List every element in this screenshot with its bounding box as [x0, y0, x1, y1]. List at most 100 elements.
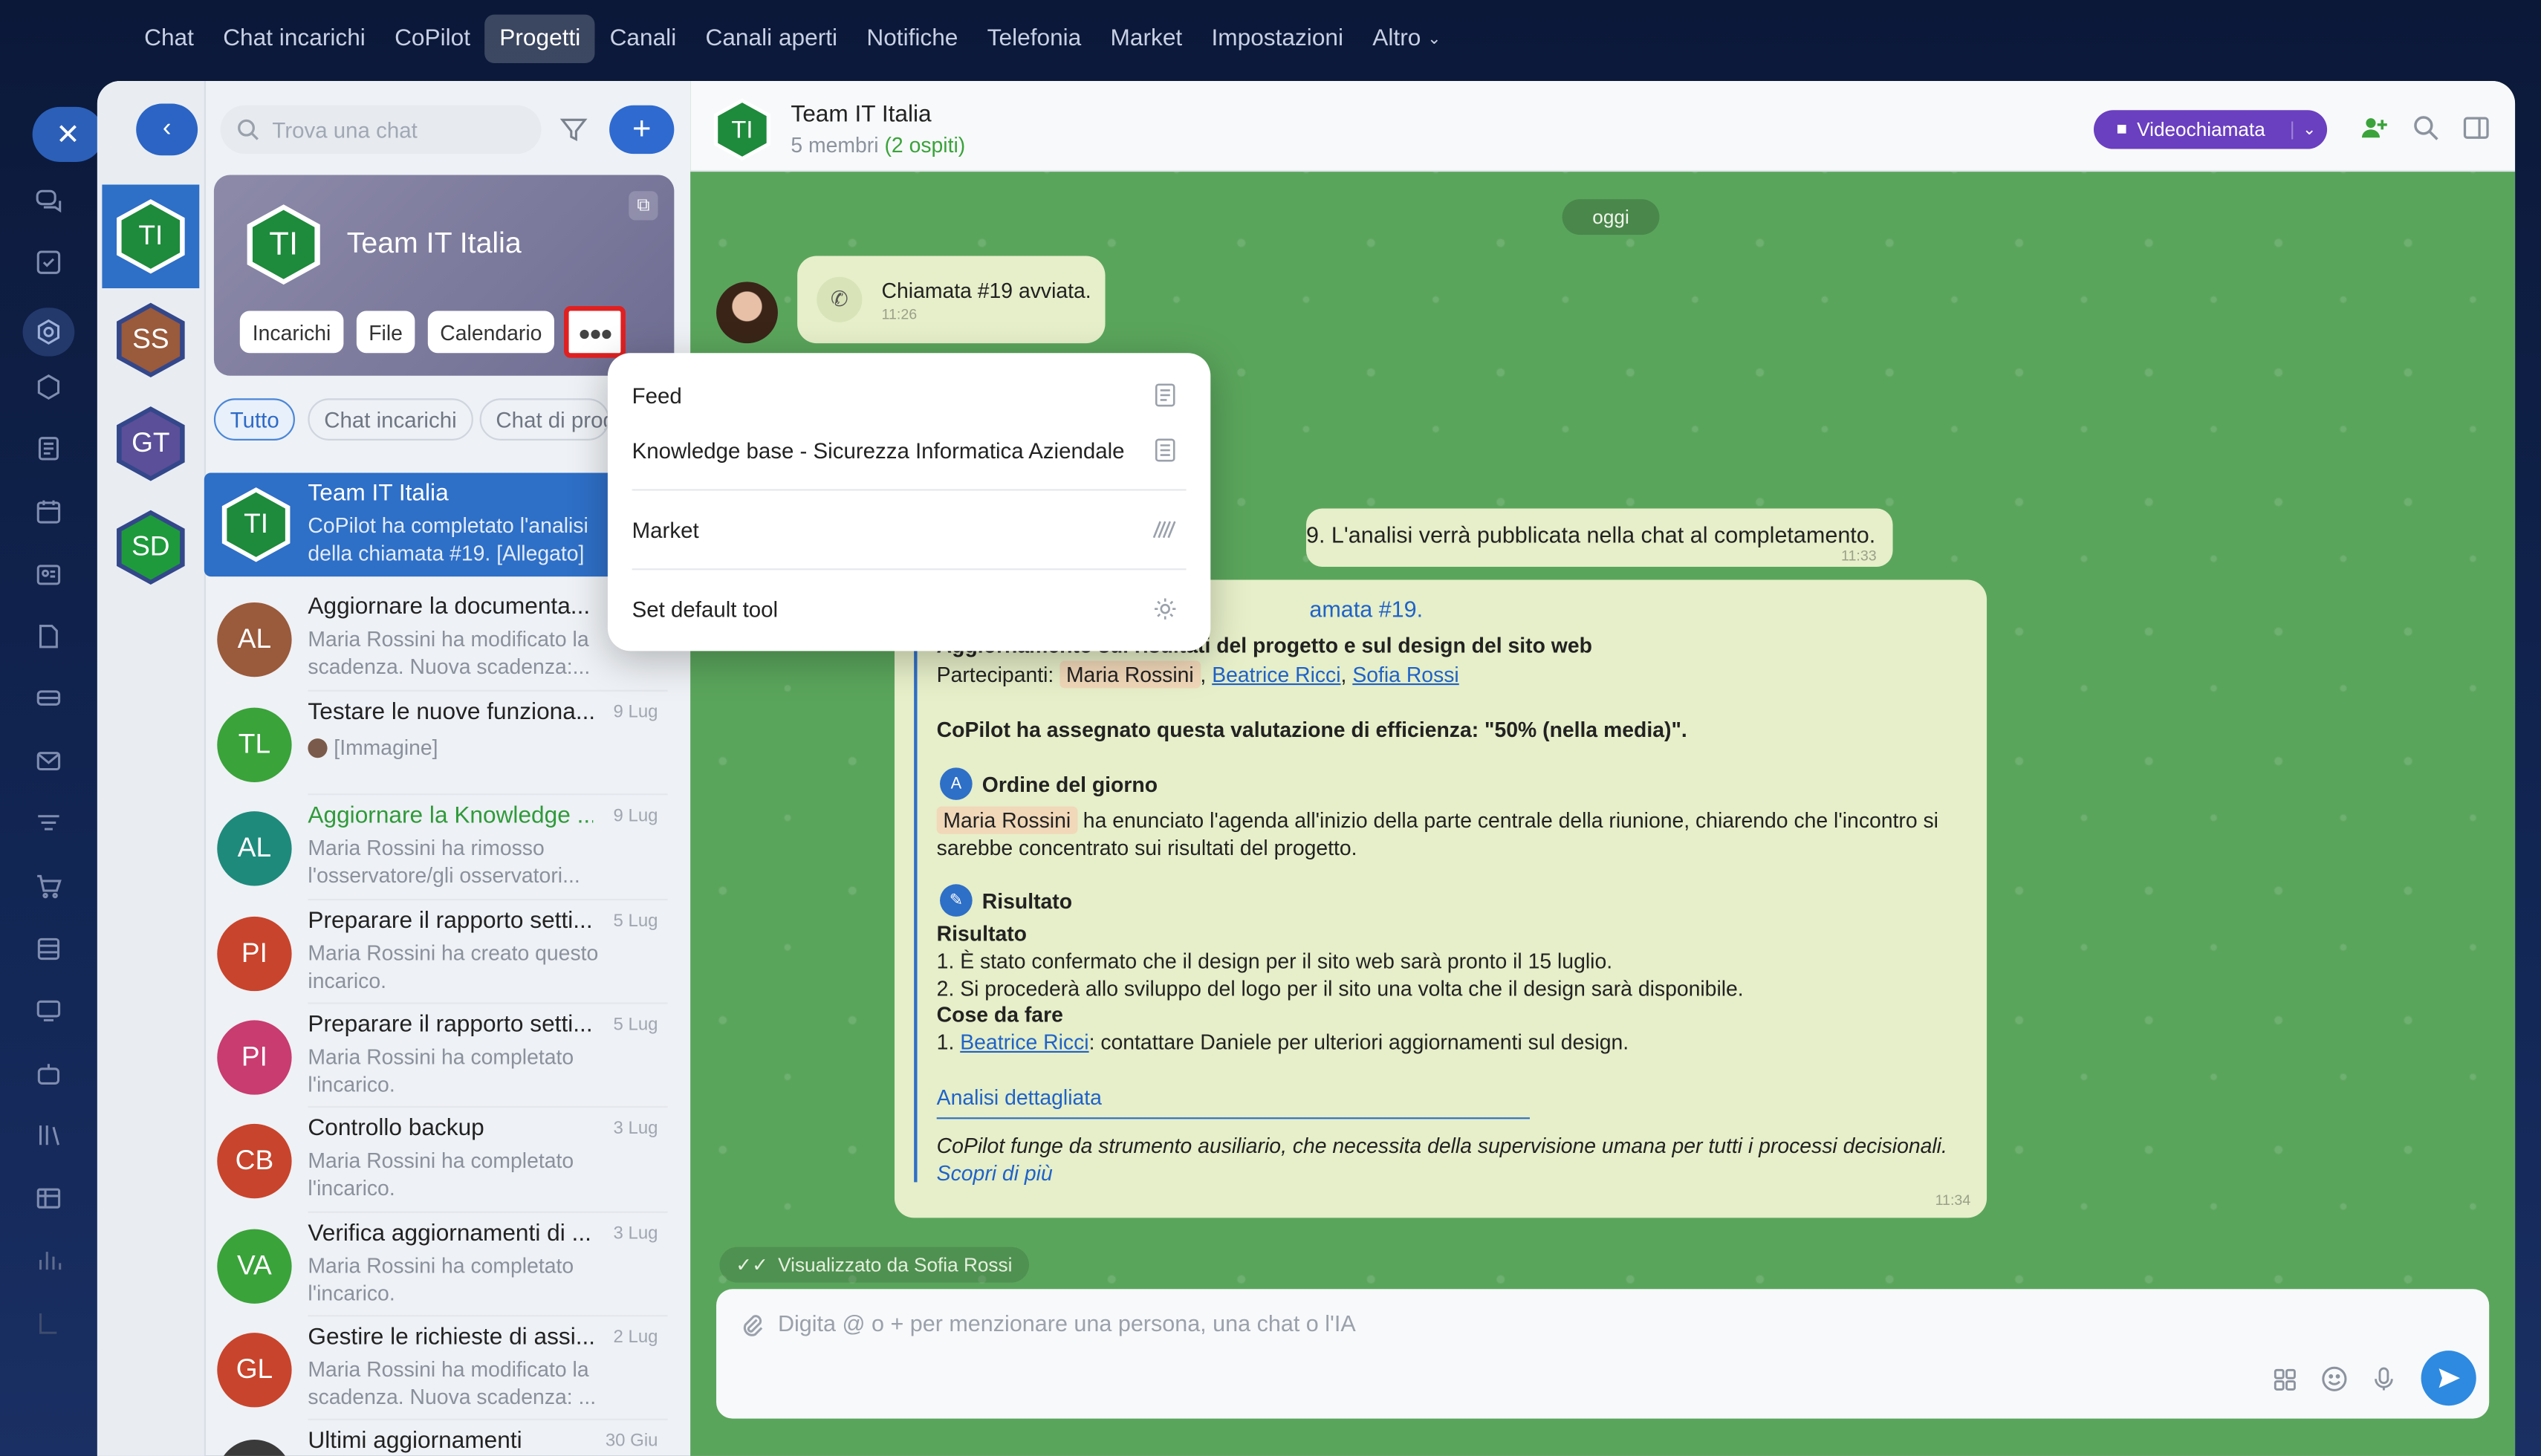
menu-item-feed[interactable]: Feed	[632, 384, 682, 409]
chat-item[interactable]: Ultimi aggiornamenti 30 Giu	[204, 1420, 668, 1456]
nav-copilot[interactable]: CoPilot	[380, 15, 484, 63]
monitor-icon[interactable]	[33, 996, 65, 1025]
analytics-icon[interactable]	[33, 1245, 65, 1274]
chat-preview: Maria Rossini ha completato l'incarico.	[308, 1043, 606, 1098]
chat-date: 3 Lug	[613, 1119, 658, 1139]
recent-avatar-sd[interactable]: SD	[111, 509, 189, 587]
menu-item-market[interactable]: Market	[632, 519, 699, 543]
send-button[interactable]	[2421, 1351, 2476, 1406]
chat-item[interactable]: PI Preparare il rapporto setti... 5 Lug …	[204, 1004, 668, 1108]
chip-chat-di-progetto[interactable]: Chat di prog	[479, 398, 610, 441]
sidebar-toggle-icon[interactable]	[2462, 114, 2490, 143]
back-button[interactable]: ‹	[136, 103, 198, 156]
cart-icon[interactable]	[33, 871, 65, 900]
efficiency-rating: CoPilot ha assegnato questa valutazione …	[936, 717, 1687, 742]
group-avatar[interactable]: TI	[240, 201, 328, 288]
more-options-button[interactable]: ●●●	[564, 306, 626, 358]
table-icon[interactable]	[33, 1184, 65, 1213]
chat-item[interactable]: VA Verifica aggiornamenti di ... 3 Lug M…	[204, 1213, 668, 1317]
close-button[interactable]: ✕	[32, 106, 104, 162]
chat-item[interactable]: CB Controllo backup 3 Lug Maria Rossini …	[204, 1108, 668, 1212]
file-button[interactable]: File	[356, 311, 415, 354]
menu-divider	[632, 489, 1187, 491]
chat-avatar-initials: TI	[244, 508, 269, 539]
result-subtitle: Risultato	[936, 921, 1028, 946]
incarichi-button[interactable]: Incarichi	[239, 311, 344, 354]
calendar-icon[interactable]	[33, 497, 65, 526]
drive-icon[interactable]	[33, 683, 65, 712]
message-input[interactable]: Digita @ o + per menzionare una persona,…	[716, 1289, 2490, 1419]
chat-title: Team IT Italia	[308, 481, 449, 507]
participant-link[interactable]: Beatrice Ricci	[1212, 663, 1340, 687]
robot-icon[interactable]	[33, 1059, 65, 1088]
double-check-icon: ✓✓	[736, 1253, 769, 1276]
menu-item-set-default-tool[interactable]: Set default tool	[632, 597, 778, 622]
copilot-icon[interactable]	[33, 372, 65, 401]
chat-bubbles-icon[interactable]	[33, 186, 65, 215]
search-input[interactable]: Trova una chat	[220, 105, 542, 155]
participant-tag[interactable]: Maria Rossini	[936, 806, 1077, 834]
guests-count: (2 ospiti)	[884, 132, 966, 157]
nav-canali-aperti[interactable]: Canali aperti	[691, 15, 852, 63]
chat-avatar: VA	[217, 1229, 292, 1304]
todo-assignee-link[interactable]: Beatrice Ricci	[960, 1030, 1088, 1054]
sender-avatar[interactable]	[716, 282, 778, 344]
projects-icon[interactable]	[22, 308, 75, 357]
chat-item[interactable]: GL Gestire le richieste di assi... 2 Lug…	[204, 1316, 668, 1420]
task-check-icon[interactable]	[33, 248, 65, 277]
emoji-icon[interactable]	[2320, 1365, 2348, 1393]
document-icon[interactable]	[33, 434, 65, 463]
nav-market[interactable]: Market	[1096, 15, 1197, 63]
chat-item[interactable]: AL Aggiornare la documenta... Maria Ross…	[204, 586, 668, 690]
chat-item[interactable]: TL Testare le nuove funziona... 9 Lug [I…	[204, 692, 668, 796]
menu-item-knowledge-base[interactable]: Knowledge base - Sicurezza Informatica A…	[632, 439, 1125, 464]
nav-chat-incarichi[interactable]: Chat incarichi	[209, 15, 380, 63]
chat-header-title[interactable]: Team IT Italia	[791, 102, 931, 128]
nav-canali[interactable]: Canali	[595, 15, 691, 63]
open-external-icon[interactable]: ⧉	[629, 191, 658, 221]
more-apps-icon[interactable]	[33, 1308, 65, 1337]
chat-avatar	[217, 1440, 292, 1456]
chip-chat-incarichi[interactable]: Chat incarichi	[308, 398, 473, 441]
nav-chat[interactable]: Chat	[129, 15, 208, 63]
search-icon[interactable]	[2412, 114, 2441, 143]
todo-text: : contattare Daniele per ulteriori aggio…	[1088, 1030, 1629, 1055]
filter-icon[interactable]	[557, 114, 590, 146]
chat-preview-line: scadenza. Nuova scadenza:...	[308, 654, 591, 679]
chat-item-team-it-italia[interactable]: TI Team IT Italia CoPilot ha completato …	[204, 472, 668, 577]
calendario-button[interactable]: Calendario	[427, 311, 554, 354]
chip-tutto[interactable]: Tutto	[213, 398, 295, 441]
recent-avatar-ti[interactable]: TI	[111, 198, 189, 276]
recent-avatar-ss[interactable]: SS	[111, 301, 189, 379]
nav-impostazioni[interactable]: Impostazioni	[1197, 15, 1358, 63]
books-icon[interactable]	[33, 1121, 65, 1150]
new-chat-button[interactable]: +	[609, 105, 675, 155]
add-user-icon[interactable]	[2360, 114, 2389, 143]
apps-grid-icon[interactable]	[2272, 1367, 2298, 1393]
video-call-button[interactable]: ■ Videochiamata ⌄	[2094, 110, 2328, 149]
agenda-line: ha enunciato l'agenda all'inizio della p…	[1083, 807, 1938, 833]
detailed-analysis-link[interactable]: Analisi dettagliata	[937, 1085, 1102, 1110]
attach-icon[interactable]	[739, 1312, 765, 1338]
chat-header-members[interactable]: 5 membri (2 ospiti)	[791, 133, 965, 157]
learn-more-link[interactable]: Scopri di più	[937, 1161, 1053, 1186]
chat-item[interactable]: PI Preparare il rapporto setti... 5 Lug …	[204, 900, 668, 1004]
nav-altro[interactable]: Altro ⌄	[1358, 15, 1456, 63]
participant-link[interactable]: Sofia Rossi	[1352, 663, 1458, 687]
file-icon[interactable]	[33, 622, 65, 651]
archive-icon[interactable]	[33, 935, 65, 963]
chat-header-avatar[interactable]: TI	[710, 97, 774, 162]
microphone-icon[interactable]	[2371, 1365, 2397, 1393]
nav-progetti[interactable]: Progetti	[484, 14, 595, 64]
chevron-down-icon[interactable]: ⌄	[2291, 120, 2316, 139]
call-link[interactable]: amata #19.	[1309, 596, 1423, 622]
participant-tag[interactable]: Maria Rossini	[1059, 660, 1201, 689]
contacts-icon[interactable]	[33, 560, 65, 589]
chat-item[interactable]: AL Aggiornare la Knowledge ... 9 Lug Mar…	[204, 795, 668, 899]
mail-icon[interactable]	[33, 747, 65, 776]
analysis-pending-text: 9. L'analisi verrà pubblicata nella chat…	[1305, 521, 1876, 547]
filter-stack-icon[interactable]	[33, 810, 65, 839]
recent-avatar-gt[interactable]: GT	[111, 405, 189, 483]
nav-telefonia[interactable]: Telefonia	[973, 15, 1096, 63]
nav-notifiche[interactable]: Notifiche	[852, 15, 973, 63]
